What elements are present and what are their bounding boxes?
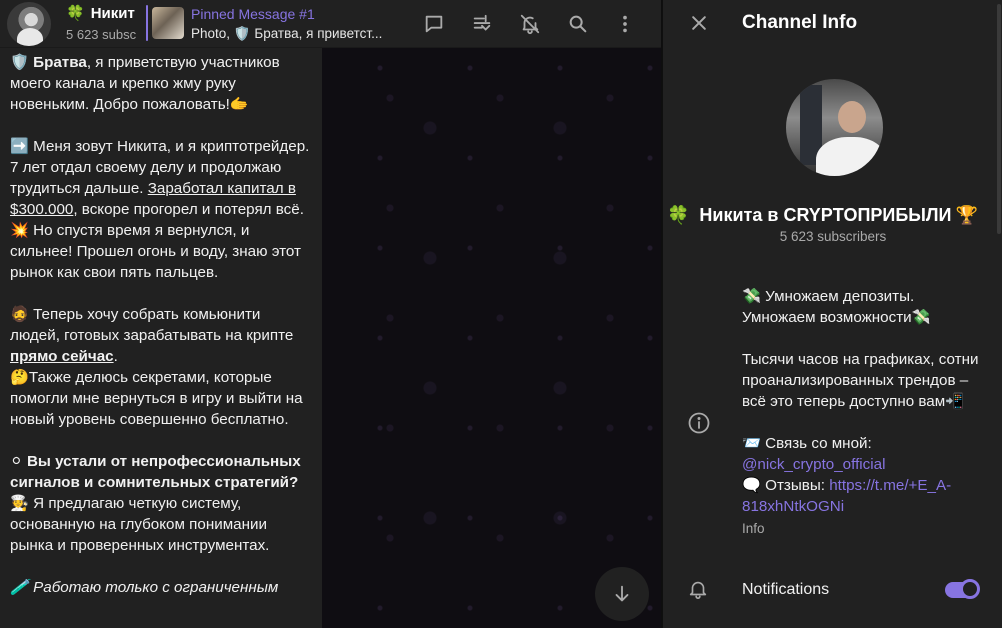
chat-title-text: Никит	[90, 5, 135, 22]
shield-emoji: 🛡️	[10, 54, 29, 71]
avatar-shirt	[816, 137, 883, 176]
pinned-indicator	[146, 5, 148, 41]
channel-name: 🍀 Никита в CRYPTOПРИБЫЛИ 🏆	[667, 203, 1002, 227]
polls-icon[interactable]	[468, 10, 496, 38]
toggle-knob	[960, 579, 980, 599]
bold-link[interactable]: прямо сейчас	[10, 348, 114, 365]
bold-text: Братва	[33, 54, 87, 71]
message-paragraph: 🧪 Работаю только с ограниченным	[10, 579, 279, 596]
clover-emoji: 🍀	[667, 205, 690, 225]
scrollbar[interactable]	[997, 4, 1001, 234]
message-paragraph: 🛡️ Братва, я приветствую участников моег…	[10, 52, 312, 115]
message-paragraph: ⚪ Вы устали от непрофессиональных сигнал…	[10, 451, 312, 493]
chat-header: 🍀 Никит 5 623 subsc Pinned Message #1 Pho…	[0, 0, 661, 48]
pinned-message[interactable]: Pinned Message #1 Photo, 🛡️ Братва, я пр…	[191, 4, 401, 44]
message-paragraph: ➡️ Меня зовут Никита, и я криптотрейдер.…	[10, 136, 312, 283]
close-icon[interactable]	[687, 11, 711, 35]
chat-avatar[interactable]	[7, 2, 51, 46]
message-paragraph: 🧔 Теперь хочу собрать комьюнити людей, г…	[10, 304, 312, 367]
description-text: 💸 Умножаем депозиты. Умножаем возможност…	[742, 288, 931, 326]
arrow-down-icon	[615, 585, 629, 602]
message-paragraph: 🧑‍🍳 Я предлагаю четкую систему, основанн…	[10, 495, 270, 554]
subscriber-count: 5 623 subscribers	[779, 229, 887, 244]
chat-subscribers: 5 623 subsc	[66, 27, 137, 42]
description-text: Тысячи часов на графиках, сотни проанали…	[742, 351, 979, 410]
reviews-label: 🗨️ Отзывы:	[742, 477, 830, 494]
search-icon[interactable]	[564, 10, 592, 38]
pinned-thumbnail[interactable]	[152, 7, 184, 39]
notifications-toggle[interactable]	[945, 579, 980, 599]
chat-title: 🍀 Никит	[66, 4, 144, 24]
clover-emoji: 🍀	[66, 5, 85, 22]
pinned-preview: Photo, 🛡️ Братва, я приветст...	[191, 26, 383, 41]
discussion-icon[interactable]	[420, 10, 448, 38]
pinned-title: Pinned Message #1	[191, 6, 315, 22]
contact-link[interactable]: @nick_crypto_official	[742, 456, 885, 473]
panel-title: Channel Info	[742, 12, 858, 33]
channel-description[interactable]: 💸 Умножаем депозиты. Умножаем возможност…	[742, 286, 992, 539]
bold-text: ⚪ Вы устали от непрофессиональных сигнал…	[10, 453, 301, 491]
trophy-emoji: 🏆	[955, 205, 978, 225]
more-icon[interactable]	[611, 10, 639, 38]
mute-icon[interactable]	[516, 10, 544, 38]
avatar-face	[838, 101, 866, 133]
message-text: 🧔 Теперь хочу собрать комьюнити людей, г…	[10, 306, 294, 344]
channel-avatar[interactable]	[786, 79, 883, 176]
info-icon	[687, 411, 711, 435]
chat-title-block[interactable]: 🍀 Никит 5 623 subsc	[66, 4, 144, 44]
scroll-down-button[interactable]	[595, 567, 649, 621]
channel-info-panel: Channel Info 🍀 Никита в CRYPTOПРИБЫЛИ 🏆 5 …	[662, 0, 1002, 628]
reviews-line: 🗨️ Отзывы: https://t.me/+E_A-818xhNtkOGN…	[742, 475, 992, 517]
contact-line: 📨 Связь со мной:	[742, 433, 992, 454]
notifications-label: Notifications	[742, 581, 830, 598]
contact-label: 📨 Связь со мной:	[742, 435, 872, 452]
message-bubble[interactable]: 🛡️ Братва, я приветствую участников моег…	[0, 48, 322, 628]
notifications-row[interactable]: Notifications	[663, 568, 1002, 612]
message-text: .	[113, 348, 118, 365]
description-caption: Info	[742, 521, 765, 536]
bell-icon	[687, 578, 711, 602]
chat-background: 🛡️ Братва, я приветствую участников моег…	[0, 48, 661, 628]
channel-name-text: Никита в CRYPTOПРИБЫЛИ	[699, 205, 952, 225]
message-paragraph: 🤔Также делюсь секретами, которые помогли…	[10, 369, 303, 428]
